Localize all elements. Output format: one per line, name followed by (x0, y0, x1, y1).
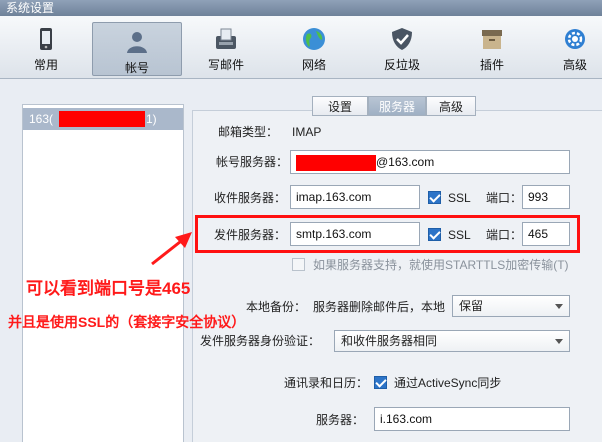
package-icon (482, 30, 502, 49)
backup-select-value: 保留 (459, 299, 484, 313)
toolbar-item-common[interactable]: 常用 (6, 20, 86, 74)
account-server-value: @163.com (376, 155, 435, 169)
outgoing-server-label: 发件服务器： (214, 228, 287, 242)
title-bar: 系统设置 (0, 0, 602, 16)
mailbox-type-label: 邮箱类型： (218, 125, 279, 139)
account-server-field[interactable]: @163.com (290, 150, 570, 174)
tab-settings[interactable]: 设置 (312, 96, 368, 116)
incoming-port-label: 端口： (486, 191, 523, 205)
redaction-block (296, 154, 376, 171)
contacts-calendar-label: 通讯录和日历： (284, 376, 369, 390)
outgoing-server-field[interactable]: smtp.163.com (290, 222, 420, 246)
chevron-down-icon (555, 339, 563, 344)
account-server-label: 帐号服务器： (216, 155, 289, 169)
activesync-checkbox[interactable] (374, 376, 387, 389)
redaction-block (59, 111, 145, 127)
outgoing-port-field[interactable]: 465 (522, 222, 570, 246)
outgoing-port-label: 端口： (486, 228, 523, 242)
incoming-server-label: 收件服务器： (214, 191, 287, 205)
incoming-ssl-checkbox[interactable] (428, 191, 441, 204)
backup-label: 本地备份： (246, 300, 307, 314)
account-name-suffix: 1) (146, 112, 157, 126)
incoming-ssl-label: SSL (448, 191, 471, 205)
annotation-text-port: 可以看到端口号是465 (26, 279, 191, 298)
toolbar-label-antispam: 反垃圾 (383, 58, 420, 72)
tab-advanced[interactable]: 高级 (426, 96, 476, 116)
toolbar-label-common: 常用 (33, 58, 58, 72)
starttls-checkbox[interactable] (292, 258, 305, 271)
backup-select[interactable]: 保留 (452, 295, 570, 317)
toolbar-item-antispam[interactable]: 反垃圾 (362, 20, 442, 74)
activesync-server-field[interactable]: i.163.com (374, 407, 570, 431)
user-icon (127, 32, 147, 53)
toolbar-item-network[interactable]: 网络 (274, 20, 354, 74)
toolbar-label-network: 网络 (301, 58, 326, 72)
compose-icon (216, 28, 236, 49)
backup-description: 服务器删除邮件后，本地 (313, 300, 446, 314)
globe-icon (303, 28, 325, 50)
incoming-server-field[interactable]: imap.163.com (290, 185, 420, 209)
toolbar-label-compose: 写邮件 (207, 58, 244, 72)
chevron-down-icon (555, 304, 563, 309)
toolbar: 常用 帐号 写邮件 网络 反垃圾 插件 高级 (0, 16, 602, 79)
phone-icon (40, 28, 52, 50)
toolbar-item-advanced[interactable]: 高级 (540, 20, 602, 74)
account-list: 163( 1) (22, 104, 184, 442)
toolbar-label-plugins: 插件 (479, 58, 504, 72)
toolbar-item-account[interactable]: 帐号 (92, 22, 182, 76)
annotation-text-ssl: 并且是使用SSL的（套接字安全协议） (8, 314, 246, 330)
auth-select-value: 和收件服务器相同 (341, 334, 438, 348)
tab-server[interactable]: 服务器 (368, 96, 426, 116)
auth-select[interactable]: 和收件服务器相同 (334, 330, 570, 352)
window-title: 系统设置 (6, 1, 55, 15)
auth-label: 发件服务器身份验证： (200, 334, 321, 348)
incoming-port-field[interactable]: 993 (522, 185, 570, 209)
mailbox-type-value: IMAP (292, 125, 322, 139)
outgoing-ssl-label: SSL (448, 228, 471, 242)
outgoing-ssl-checkbox[interactable] (428, 228, 441, 241)
toolbar-item-plugins[interactable]: 插件 (452, 20, 532, 74)
toolbar-item-compose[interactable]: 写邮件 (186, 20, 266, 74)
gear-icon (565, 29, 585, 49)
shield-icon (392, 28, 412, 50)
account-name-prefix: 163( (29, 112, 54, 126)
starttls-label: 如果服务器支持，就使用STARTTLS加密传输(T) (313, 258, 569, 272)
activesync-label: 通过ActiveSync同步 (394, 376, 502, 390)
toolbar-label-advanced: 高级 (562, 58, 587, 72)
activesync-server-label: 服务器： (316, 413, 365, 427)
toolbar-label-account: 帐号 (124, 61, 149, 75)
account-list-item[interactable]: 163( 1) (23, 108, 183, 130)
